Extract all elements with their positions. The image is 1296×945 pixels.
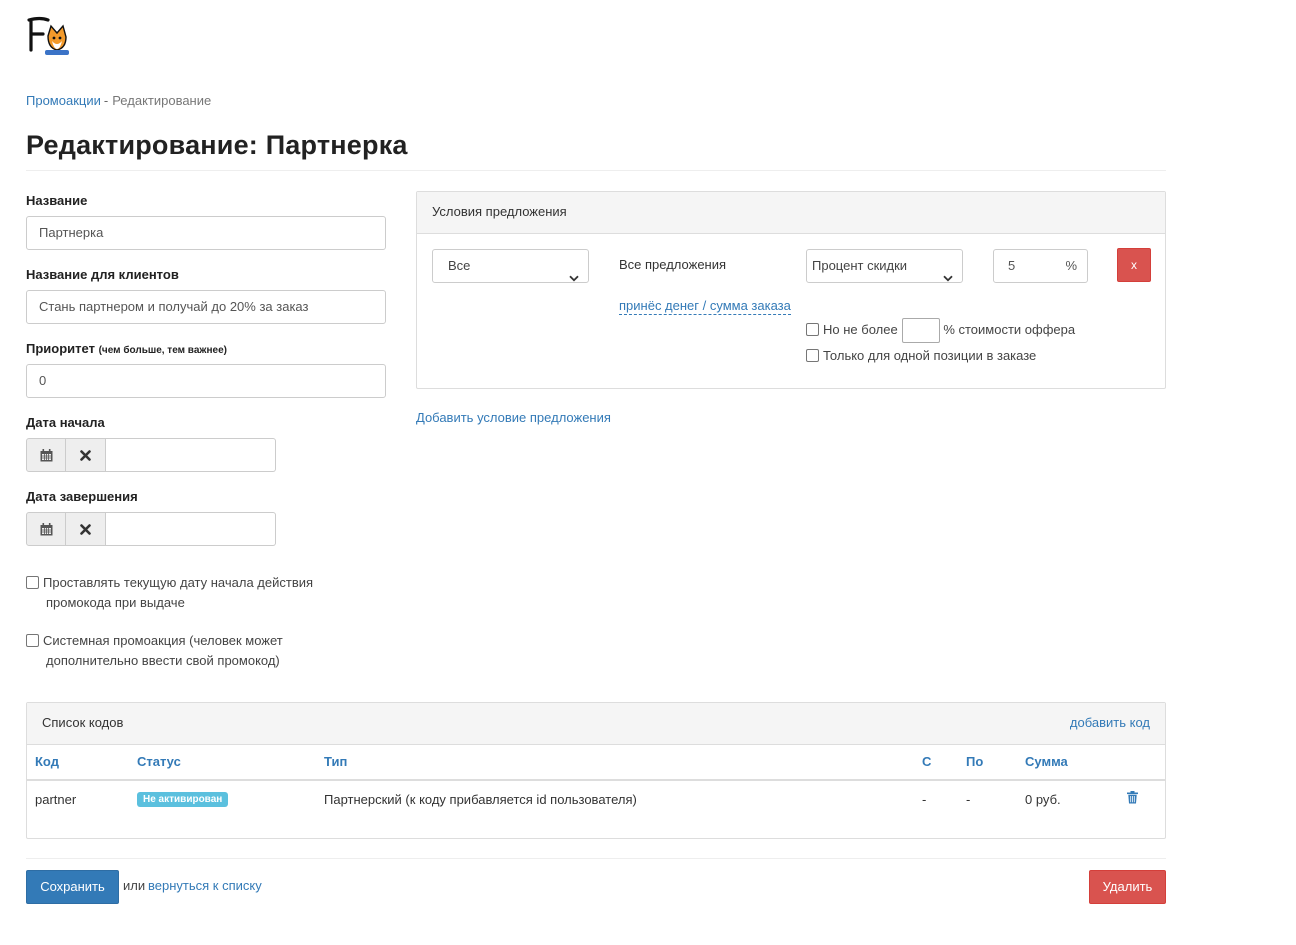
auto-date-checkbox[interactable] [26, 576, 39, 589]
cell-code: partner [35, 792, 77, 807]
single-position-checkbox[interactable] [806, 349, 819, 362]
discount-amount-input[interactable]: 5 % [993, 249, 1088, 283]
column-header-sum[interactable]: Сумма [1025, 754, 1068, 769]
priority-hint: (чем больше, тем важнее) [98, 345, 227, 356]
delete-button[interactable]: Удалить [1089, 870, 1166, 904]
cell-type: Партнерский (к коду прибавляется id поль… [324, 792, 637, 807]
end-date-input[interactable] [106, 512, 276, 546]
priority-label: Приоритет (чем больше, тем важнее) [26, 341, 227, 356]
condition-source-link[interactable]: принёс денег / сумма заказа [619, 298, 791, 315]
clear-icon[interactable] [66, 512, 106, 546]
system-promo-label-line2: дополнительно ввести свой промокод) [46, 653, 280, 668]
status-badge: Не активирован [137, 792, 229, 807]
auto-date-option: Проставлять текущую дату начала действия… [26, 573, 313, 613]
chevron-down-icon [569, 262, 579, 294]
clear-icon[interactable] [66, 438, 106, 472]
table-header-divider [27, 779, 1165, 781]
end-date-picker [26, 512, 276, 546]
codes-panel-header: Список кодов добавить код [27, 703, 1165, 745]
single-position-label: Только для одной позиции в заказе [823, 348, 1037, 363]
breadcrumb: Промоакции - Редактирование [26, 93, 211, 108]
name-input[interactable]: Партнерка [26, 216, 386, 250]
client-name-input[interactable]: Стань партнером и получай до 20% за зака… [26, 290, 386, 324]
or-text: или [123, 878, 146, 893]
percent-unit: % [1065, 258, 1077, 273]
name-label: Название [26, 193, 88, 208]
discount-type-value: Процент скидки [812, 258, 908, 273]
column-header-status[interactable]: Статус [137, 754, 181, 769]
add-code-link[interactable]: добавить код [1070, 703, 1150, 743]
column-header-to[interactable]: По [966, 754, 983, 769]
auto-date-label-line2: промокода при выдаче [46, 595, 185, 610]
start-date-picker [26, 438, 276, 472]
conditions-panel-title: Условия предложения [417, 192, 1165, 234]
trash-icon[interactable] [1127, 791, 1138, 807]
back-to-list-link[interactable]: вернуться к списку [148, 878, 262, 893]
codes-panel-title: Список кодов [42, 715, 124, 730]
conditions-panel: Условия предложения Все Все предложения … [416, 191, 1166, 389]
system-promo-checkbox[interactable] [26, 634, 39, 647]
codes-panel: Список кодов добавить код Код Статус Тип… [26, 702, 1166, 839]
column-header-type[interactable]: Тип [324, 754, 347, 769]
priority-input[interactable]: 0 [26, 364, 386, 398]
cell-sum: 0 руб. [1025, 792, 1061, 807]
system-promo-option: Системная промоакция (человек может допо… [26, 631, 283, 671]
discount-amount-value: 5 [1008, 258, 1016, 273]
scope-select[interactable]: Все [432, 249, 589, 283]
priority-label-text: Приоритет [26, 341, 95, 356]
fox-logo-icon[interactable] [26, 14, 74, 60]
save-button[interactable]: Сохранить [26, 870, 119, 904]
footer-divider [26, 858, 1166, 859]
auto-date-label-line1: Проставлять текущую дату начала действия [43, 575, 314, 590]
limit-label-after: % стоимости оффера [943, 321, 1076, 337]
cell-to: - [966, 792, 971, 807]
end-date-label: Дата завершения [26, 489, 138, 504]
scope-select-value: Все [448, 258, 471, 273]
single-position-option: Только для одной позиции в заказе [806, 348, 1036, 363]
limit-label-before: Но не более [823, 321, 898, 337]
page-title: Редактирование: Партнерка [26, 130, 408, 160]
calendar-icon[interactable] [26, 512, 66, 546]
calendar-icon[interactable] [26, 438, 66, 472]
discount-type-select[interactable]: Процент скидки [806, 249, 963, 283]
offers-text: Все предложения [619, 257, 727, 272]
breadcrumb-promotions-link[interactable]: Промоакции [26, 93, 101, 108]
start-date-input[interactable] [106, 438, 276, 472]
breadcrumb-separator: - [103, 93, 109, 108]
breadcrumb-current: Редактирование [112, 93, 212, 108]
limit-percent-input[interactable] [902, 318, 941, 343]
cell-from: - [922, 792, 927, 807]
column-header-from[interactable]: С [922, 754, 931, 769]
start-date-label: Дата начала [26, 415, 105, 430]
add-condition-link[interactable]: Добавить условие предложения [416, 410, 611, 425]
client-name-label: Название для клиентов [26, 267, 179, 282]
system-promo-label-line1: Системная промоакция (человек может [43, 633, 283, 648]
chevron-down-icon [943, 262, 953, 294]
limit-checkbox[interactable] [806, 322, 819, 336]
remove-condition-button[interactable]: x [1117, 248, 1151, 282]
limit-option: Но не более % стоимости оффера [806, 318, 1075, 343]
column-header-code[interactable]: Код [35, 754, 59, 769]
title-divider [26, 170, 1166, 171]
